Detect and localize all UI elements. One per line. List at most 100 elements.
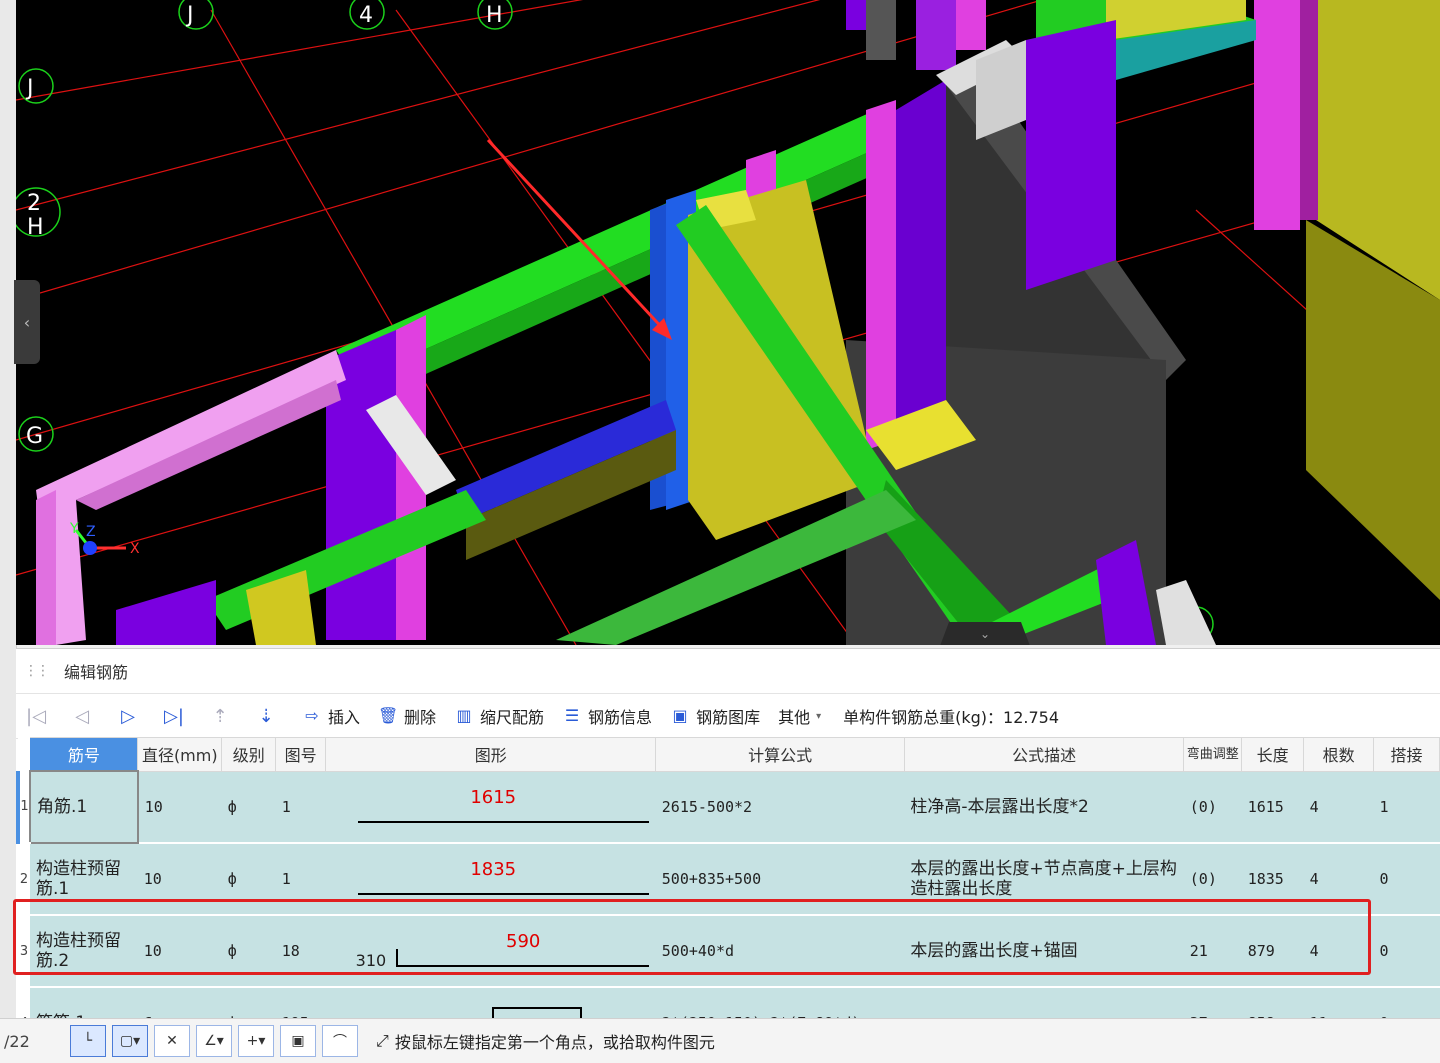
plus-button[interactable]: +▾ (238, 1025, 274, 1057)
status-left: /22 (4, 1031, 30, 1051)
axis-label: J (25, 76, 34, 101)
cell-count[interactable]: 4 (1303, 771, 1374, 844)
cell-name[interactable]: 构造柱预留筋.2 (29, 915, 138, 988)
table-row[interactable]: 3 构造柱预留筋.2 10 ф 18 310 590 500+40*d 本层的露出… (18, 915, 1440, 988)
cell-grade[interactable]: ф (221, 771, 276, 844)
rect-select-button[interactable]: ▢▾ (112, 1025, 148, 1057)
plus-icon: +▾ (246, 1033, 266, 1049)
arc-button[interactable]: ⌒ (322, 1025, 358, 1057)
col-header[interactable]: 弯曲调整 (1183, 737, 1243, 772)
scale-rebar-button[interactable]: ▥ 缩尺配筋 (454, 704, 544, 728)
cell-lap[interactable]: 0 (1373, 987, 1440, 1019)
col-header[interactable]: 级别 (221, 737, 277, 772)
cell-lap[interactable]: 0 (1373, 843, 1440, 916)
table-row[interactable]: 4 箍筋.1 6 ф 195 150250 2*(250+150)+2*(7.8… (18, 987, 1440, 1019)
cell-lap[interactable]: 0 (1373, 915, 1440, 988)
cell-bend[interactable]: 37 (1183, 987, 1242, 1019)
cell-diameter[interactable]: 6 (137, 987, 222, 1019)
snap-point-button[interactable]: └ (70, 1025, 106, 1057)
col-header[interactable]: 直径(mm) (137, 737, 223, 772)
cell-formula[interactable]: 2*(250+150)+2*(7.89*d) (655, 987, 905, 1019)
prev-record-icon[interactable]: ◁ (72, 706, 92, 727)
axis-x-label: X (130, 541, 140, 557)
expand-bottom-tab[interactable]: ⌄ (940, 622, 1030, 645)
cell-grade[interactable]: ф (221, 915, 276, 988)
cell-length[interactable]: 1835 (1241, 843, 1304, 916)
col-header[interactable]: 图形 (325, 737, 657, 772)
col-header[interactable]: 筋号 (29, 737, 139, 772)
cell-diameter[interactable]: 10 (137, 843, 222, 916)
cell-lap[interactable]: 1 (1373, 771, 1440, 844)
cell-figure[interactable]: 1 (275, 771, 326, 844)
cell-length[interactable]: 1615 (1241, 771, 1304, 844)
cell-grade[interactable]: ф (221, 843, 276, 916)
cell-length[interactable]: 858 (1241, 987, 1304, 1019)
cell-count[interactable]: 4 (1303, 843, 1374, 916)
table-row[interactable]: 2 构造柱预留筋.1 10 ф 1 1835 500+835+500 本层的露出… (18, 843, 1440, 916)
3d-model-viewport[interactable]: J 4 H J 2 H G Y Z X ⌄ (16, 0, 1440, 645)
cell-shape[interactable]: 310 590 (325, 915, 656, 988)
cell-figure[interactable]: 195 (275, 987, 326, 1019)
cell-figure[interactable]: 18 (275, 915, 326, 988)
cell-count[interactable]: 4 (1303, 915, 1374, 988)
cell-name[interactable]: 角筋.1 (28, 770, 139, 844)
cell-grade[interactable]: ф (221, 987, 276, 1019)
cell-name[interactable]: 构造柱预留筋.1 (29, 843, 138, 916)
cell-length[interactable]: 879 (1241, 915, 1304, 988)
collapse-panel-button[interactable]: ‹ (14, 280, 40, 364)
cell-shape[interactable]: 1835 (325, 843, 656, 916)
cell-description[interactable] (904, 987, 1184, 1019)
cell-shape[interactable]: 1615 (325, 771, 656, 844)
cross-icon: ✕ (166, 1033, 178, 1049)
rebar-library-button[interactable]: ▣ 钢筋图库 (670, 704, 761, 728)
cell-description[interactable]: 本层的露出长度+节点高度+上层构造柱露出长度 (904, 843, 1184, 916)
rebar-info-button[interactable]: ☰ 钢筋信息 (562, 704, 652, 728)
trash-icon: 🗑 (378, 706, 399, 725)
angle-button[interactable]: ∠▾ (196, 1025, 232, 1057)
col-header[interactable]: 公式描述 (903, 737, 1185, 772)
rebar-toolbar: |◁ ◁ ▷ ▷| ⇡ ⇣ ⇨ 插入 🗑 删除 ▥ 缩尺配筋 ☰ 钢筋信息 ▣ 钢筋图库 … (16, 694, 1440, 739)
cell-bend[interactable]: (0) (1183, 843, 1242, 916)
cell-formula[interactable]: 2615-500*2 (655, 771, 905, 844)
status-hint: 按鼠标左键指定第一个角点，或拾取构件图元 (394, 1033, 715, 1052)
cell-description[interactable]: 本层的露出长度+锚固 (904, 915, 1184, 988)
insert-button[interactable]: ⇨ 插入 (302, 704, 360, 728)
col-header[interactable]: 根数 (1303, 737, 1375, 772)
cell-name[interactable]: 箍筋.1 (29, 987, 138, 1019)
hint-icon: ⤢ (376, 1031, 389, 1050)
cell-description[interactable]: 柱净高-本层露出长度*2 (904, 771, 1184, 844)
save-view-button[interactable]: ▣ (280, 1025, 316, 1057)
cell-bend[interactable]: 21 (1183, 915, 1242, 988)
delete-button[interactable]: 🗑 删除 (378, 704, 436, 728)
shape-length: 590 (506, 931, 541, 952)
other-dropdown[interactable]: 其他 ▾ (778, 704, 821, 728)
cell-formula[interactable]: 500+835+500 (655, 843, 905, 916)
cell-bend[interactable]: (0) (1183, 771, 1242, 844)
left-sidebar-strip: ‹ (0, 0, 40, 1062)
axis-label: J (185, 3, 194, 28)
cell-formula[interactable]: 500+40*d (655, 915, 905, 988)
next-record-icon[interactable]: ▷ (118, 706, 138, 727)
table-header: 筋号 直径(mm) 级别 图号 图形 计算公式 公式描述 弯曲调整 长度 根数 … (17, 737, 1440, 772)
drag-handle-icon[interactable]: ⋮⋮ (24, 663, 50, 679)
cell-diameter[interactable]: 10 (137, 915, 222, 988)
cross-button[interactable]: ✕ (154, 1025, 190, 1057)
axis-label: G (26, 424, 43, 449)
axis-label: H (486, 3, 503, 28)
rebar-line (357, 893, 649, 895)
move-down-icon[interactable]: ⇣ (256, 706, 276, 727)
last-record-icon[interactable]: ▷| (164, 706, 184, 727)
row-number: 4 (18, 987, 30, 1019)
table-row[interactable]: 1 角筋.1 10 ф 1 1615 2615-500*2 柱净高-本层露出长度… (16, 770, 1440, 844)
cell-shape[interactable]: 150250 (325, 987, 656, 1019)
first-record-icon[interactable]: |◁ (26, 706, 46, 727)
cell-count[interactable]: 11 (1303, 987, 1374, 1019)
col-header[interactable]: 计算公式 (655, 737, 905, 772)
col-header[interactable]: 图号 (275, 737, 327, 772)
cell-diameter[interactable]: 10 (137, 771, 222, 844)
col-header[interactable]: 搭接 (1373, 737, 1440, 772)
move-up-icon[interactable]: ⇡ (210, 706, 230, 727)
cell-figure[interactable]: 1 (275, 843, 326, 916)
col-header[interactable]: 长度 (1241, 737, 1305, 772)
axis-label: 4 (359, 3, 373, 28)
